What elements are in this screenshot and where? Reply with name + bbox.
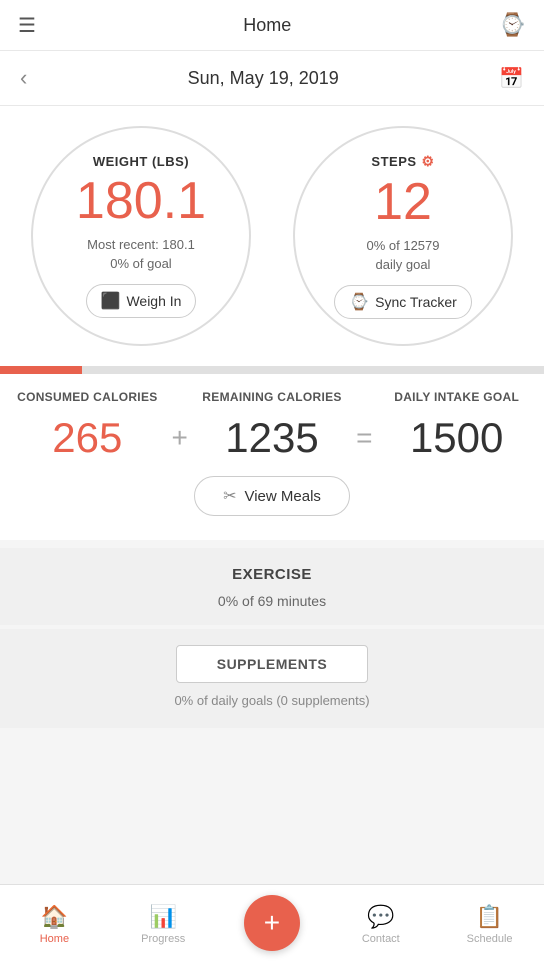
nav-item-add[interactable]: +: [218, 895, 327, 955]
calories-headers: CONSUMED CALORIES REMAINING CALORIES DAI…: [0, 390, 544, 404]
exercise-title: EXERCISE: [20, 566, 524, 583]
contact-label: Contact: [362, 933, 400, 945]
add-button[interactable]: +: [244, 895, 300, 951]
remaining-calories-label: REMAINING CALORIES: [195, 390, 350, 404]
progress-icon: 📊: [149, 904, 176, 930]
steps-card: STEPS ⚙ 12 0% of 12579 daily goal ⌚ Sync…: [293, 126, 513, 346]
home-label: Home: [40, 933, 69, 945]
page-title: Home: [243, 15, 291, 36]
scale-icon: ⬛: [101, 291, 121, 311]
calendar-icon[interactable]: 📅: [499, 66, 524, 91]
schedule-icon: 📋: [476, 904, 503, 930]
supplements-section: SUPPLEMENTS 0% of daily goals (0 supplem…: [0, 629, 544, 728]
date-header: ‹ Sun, May 19, 2019 📅: [0, 51, 544, 106]
watch-icon[interactable]: ⌚: [499, 12, 526, 38]
steps-label: STEPS ⚙: [371, 153, 434, 170]
date-text: Sun, May 19, 2019: [188, 68, 339, 89]
weight-sub: Most recent: 180.1 0% of goal: [87, 235, 195, 274]
supplements-button[interactable]: SUPPLEMENTS: [176, 645, 369, 683]
calories-section: CONSUMED CALORIES REMAINING CALORIES DAI…: [0, 374, 544, 540]
weight-label: WEIGHT (LBS): [93, 154, 189, 169]
home-icon: 🏠: [41, 904, 68, 930]
steps-sub: 0% of 12579 daily goal: [366, 236, 439, 275]
plus-operator: +: [165, 422, 195, 454]
consumed-calories-label: CONSUMED CALORIES: [10, 390, 165, 404]
metrics-section: WEIGHT (LBS) 180.1 Most recent: 180.1 0%…: [0, 106, 544, 366]
daily-value: 1500: [379, 414, 534, 462]
utensils-icon: ✂: [223, 486, 236, 506]
progress-bar-fill: [0, 366, 82, 374]
date-back-button[interactable]: ‹: [20, 65, 27, 91]
exercise-sub: 0% of 69 minutes: [20, 593, 524, 609]
contact-icon: 💬: [367, 904, 394, 930]
sync-tracker-button[interactable]: ⌚ Sync Tracker: [334, 285, 472, 319]
nav-item-contact[interactable]: 💬 Contact: [326, 904, 435, 945]
hamburger-icon[interactable]: ☰: [18, 13, 36, 38]
bottom-nav: 🏠 Home 📊 Progress + 💬 Contact 📋 Schedule: [0, 884, 544, 964]
daily-intake-label: DAILY INTAKE GOAL: [379, 390, 534, 404]
equals-operator: =: [349, 422, 379, 454]
exercise-section: EXERCISE 0% of 69 minutes: [0, 548, 544, 625]
progress-bar: [0, 366, 544, 374]
consumed-value: 265: [10, 414, 165, 462]
supplements-sub: 0% of daily goals (0 supplements): [174, 693, 369, 708]
steps-value: 12: [374, 174, 432, 231]
weight-value: 180.1: [76, 173, 206, 230]
remaining-value: 1235: [195, 414, 350, 462]
view-meals-button[interactable]: ✂ View Meals: [194, 476, 350, 516]
nav-item-home[interactable]: 🏠 Home: [0, 904, 109, 945]
weight-card: WEIGHT (LBS) 180.1 Most recent: 180.1 0%…: [31, 126, 251, 346]
schedule-label: Schedule: [467, 933, 513, 945]
calories-row: 265 + 1235 = 1500: [0, 404, 544, 470]
progress-label: Progress: [141, 933, 185, 945]
steps-gear-icon[interactable]: ⚙: [422, 153, 435, 170]
watch-btn-icon: ⌚: [349, 292, 369, 312]
top-nav: ☰ Home ⌚: [0, 0, 544, 51]
nav-item-schedule[interactable]: 📋 Schedule: [435, 904, 544, 945]
weigh-in-button[interactable]: ⬛ Weigh In: [86, 284, 197, 318]
nav-item-progress[interactable]: 📊 Progress: [109, 904, 218, 945]
